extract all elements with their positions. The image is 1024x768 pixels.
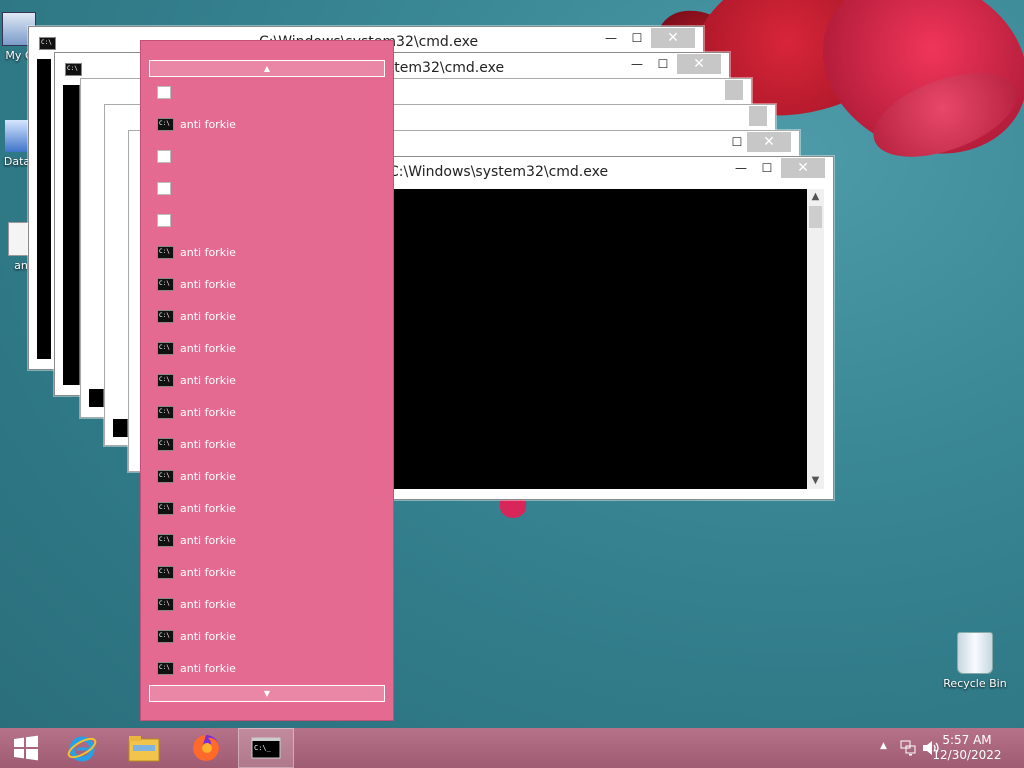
maximize-button[interactable]: ☐ — [755, 158, 779, 178]
clock-date: 12/30/2022 — [932, 748, 1002, 762]
cmd-icon — [157, 661, 174, 675]
jump-list-item-label: anti forkie — [180, 245, 236, 259]
blank-window-icon — [157, 85, 171, 99]
start-button[interactable] — [0, 728, 52, 768]
blank-window-icon — [157, 149, 171, 163]
jump-list-item[interactable]: anti forkie — [157, 562, 236, 582]
jump-list-item-label: anti forkie — [180, 565, 236, 579]
jump-list-item[interactable]: anti forkie — [157, 498, 236, 518]
cmd-icon — [157, 309, 174, 323]
cmd-icon — [157, 277, 174, 291]
firefox-icon — [193, 735, 219, 761]
cmd-icon — [39, 37, 56, 50]
file-explorer-icon — [128, 736, 160, 762]
jump-list-item[interactable]: anti forkie — [157, 658, 236, 678]
close-button[interactable]: ✕ — [747, 132, 791, 152]
jump-list-item[interactable] — [157, 178, 177, 198]
minimize-button[interactable]: — — [625, 54, 649, 74]
clock[interactable]: 5:57 AM 12/30/2022 — [932, 733, 1002, 763]
scroll-thumb[interactable] — [809, 206, 822, 228]
cmd-icon: C:\_ — [251, 737, 281, 759]
jump-list-item[interactable]: anti forkie — [157, 338, 236, 358]
cmd-icon — [157, 245, 174, 259]
jump-list-item[interactable]: anti forkie — [157, 306, 236, 326]
cmd-icon — [157, 629, 174, 643]
window-title: C:\Windows\system32\cmd.exe — [389, 164, 609, 180]
internet-explorer-icon — [67, 736, 97, 762]
menu-scroll-up-button[interactable]: ▲ — [149, 60, 385, 77]
database-icon — [5, 120, 29, 152]
close-button[interactable]: ✕ — [677, 54, 721, 74]
cmd-icon — [157, 501, 174, 515]
cmd-icon — [157, 437, 174, 451]
taskbar-cmd[interactable]: C:\_ — [238, 728, 294, 768]
jump-list-item-label: anti forkie — [180, 277, 236, 291]
minimize-button[interactable]: — — [599, 28, 623, 48]
jump-list-item-label: anti forkie — [180, 341, 236, 355]
jump-list-item-label: anti forkie — [180, 437, 236, 451]
show-hidden-icons-button[interactable]: ▲ — [880, 741, 887, 751]
cmd-icon — [157, 341, 174, 355]
close-button[interactable]: ✕ — [651, 28, 695, 48]
cmd-icon — [65, 63, 82, 76]
jump-list-item[interactable]: anti forkie — [157, 434, 236, 454]
jump-list-item-label: anti forkie — [180, 309, 236, 323]
taskbar-internet-explorer[interactable] — [56, 728, 108, 768]
taskbar: C:\_ ▲ 5:57 AM 12/30/2022 — [0, 728, 1024, 768]
jump-list-item-label: anti forkie — [180, 117, 236, 131]
network-icon[interactable] — [900, 740, 916, 756]
jump-list-item[interactable]: anti forkie — [157, 626, 236, 646]
blank-window-icon — [157, 213, 171, 227]
menu-scroll-down-button[interactable]: ▼ — [149, 685, 385, 702]
cmd-icon — [157, 117, 174, 131]
jump-list-item-label: anti forkie — [180, 661, 236, 675]
cmd-icon — [157, 597, 174, 611]
jump-list-item-label: anti forkie — [180, 629, 236, 643]
close-button[interactable] — [725, 80, 743, 100]
cmd-icon — [157, 373, 174, 387]
jump-list-item-label: anti forkie — [180, 533, 236, 547]
cmd-icon — [157, 533, 174, 547]
jump-list-item[interactable]: anti forkie — [157, 594, 236, 614]
jump-list-item[interactable]: anti forkie — [157, 242, 236, 262]
minimize-button[interactable]: — — [729, 158, 753, 178]
jump-list-item[interactable]: anti forkie — [157, 114, 236, 134]
close-button[interactable]: ✕ — [781, 158, 825, 178]
jump-list-item[interactable]: anti forkie — [157, 402, 236, 422]
blank-window-icon — [157, 181, 171, 195]
jump-list-item[interactable] — [157, 146, 177, 166]
system-tray: ▲ 5:57 AM 12/30/2022 — [864, 728, 1024, 768]
taskbar-file-explorer[interactable] — [118, 728, 170, 768]
jump-list-item[interactable] — [157, 210, 177, 230]
maximize-button[interactable]: ☐ — [725, 132, 749, 152]
jump-list-item[interactable]: anti forkie — [157, 370, 236, 390]
jump-list-item[interactable]: anti forkie — [157, 530, 236, 550]
scroll-down-arrow[interactable]: ▼ — [807, 473, 824, 489]
maximize-button[interactable]: ☐ — [651, 54, 675, 74]
console-area[interactable] — [37, 59, 51, 359]
desktop-icon-recycle-bin[interactable]: Recycle Bin — [938, 632, 1012, 690]
jump-list-item-label: anti forkie — [180, 501, 236, 515]
jump-list-item[interactable]: anti forkie — [157, 274, 236, 294]
jump-list-item[interactable]: anti forkie — [157, 466, 236, 486]
cmd-icon — [157, 469, 174, 483]
maximize-button[interactable]: ☐ — [625, 28, 649, 48]
jump-list-item-label: anti forkie — [180, 597, 236, 611]
cmd-icon — [157, 565, 174, 579]
taskbar-jump-list[interactable]: ▲ anti forkie anti forkie anti forkie anti … — [140, 40, 394, 721]
taskbar-firefox[interactable] — [180, 728, 232, 768]
jump-list-item-label: anti forkie — [180, 469, 236, 483]
jump-list-item[interactable] — [157, 82, 177, 102]
jump-list-item-label: anti forkie — [180, 405, 236, 419]
close-button[interactable] — [749, 106, 767, 126]
scroll-up-arrow[interactable]: ▲ — [807, 189, 824, 205]
recycle-bin-icon — [957, 632, 993, 674]
cmd-icon — [157, 405, 174, 419]
jump-list-item-label: anti forkie — [180, 373, 236, 387]
start-icon — [14, 735, 38, 761]
scrollbar[interactable]: ▲ ▼ — [807, 189, 824, 489]
clock-time: 5:57 AM — [942, 733, 992, 747]
svg-text:C:\_: C:\_ — [254, 744, 272, 752]
